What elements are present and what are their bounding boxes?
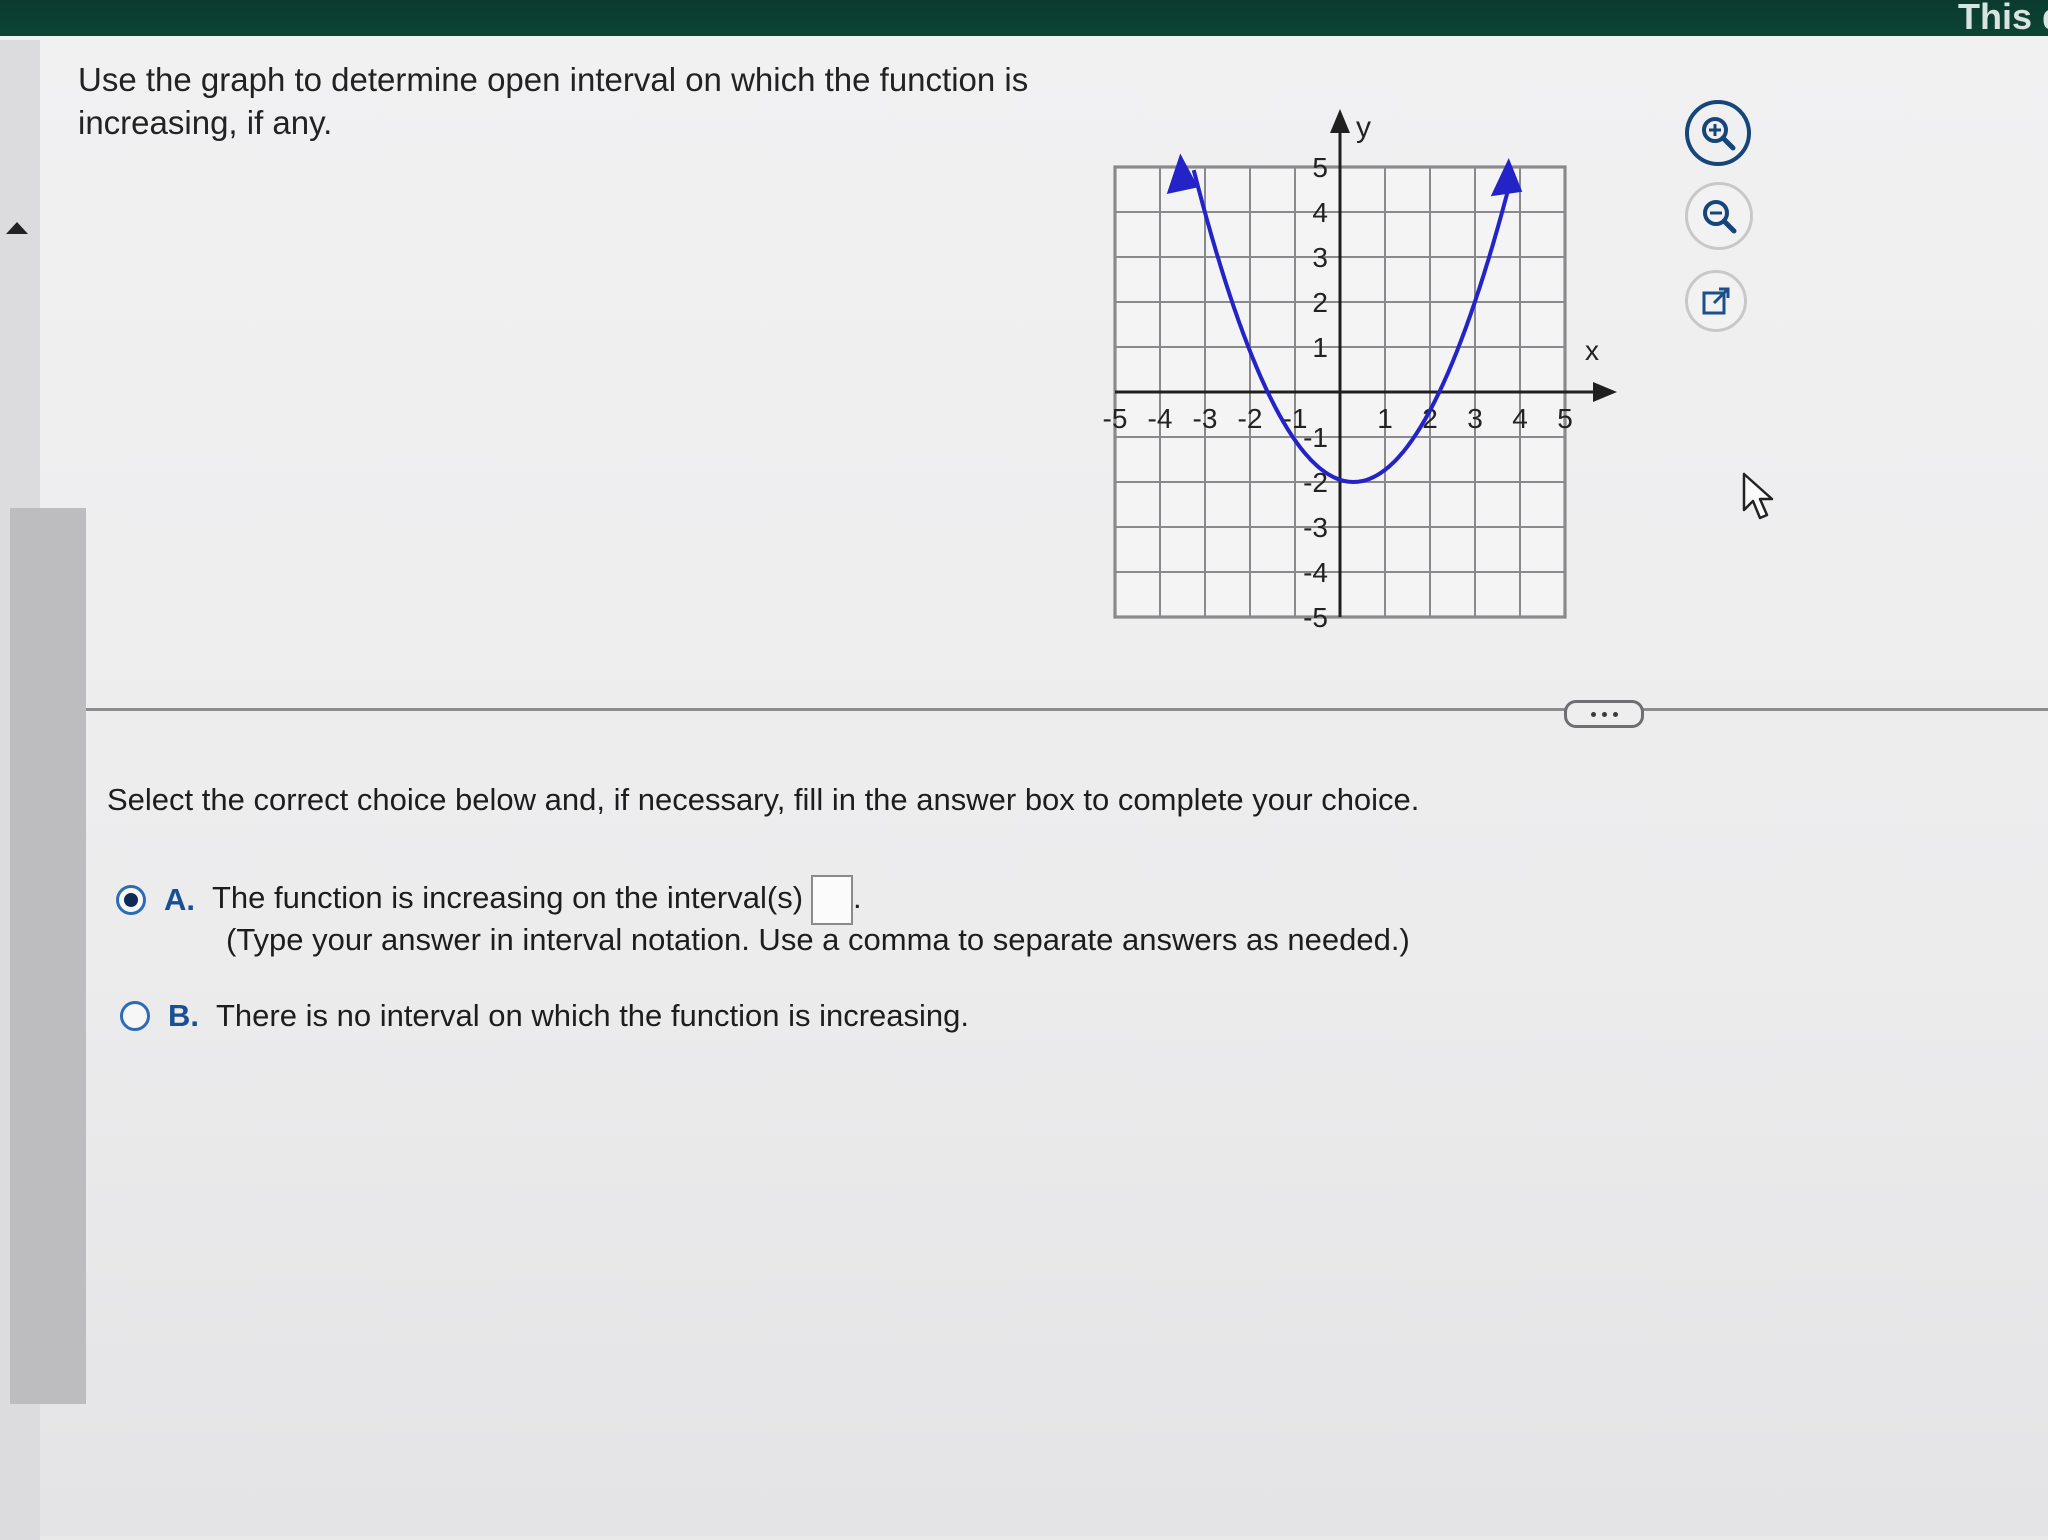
dot-icon	[1590, 711, 1596, 717]
choice-a-text: The function is increasing on the interv…	[212, 875, 862, 925]
choice-b-text: There is no interval on which the functi…	[216, 998, 970, 1033]
x-tick-label: 1	[1377, 403, 1393, 434]
y-tick-label: -3	[1303, 512, 1328, 543]
x-tick-label: 5	[1557, 403, 1573, 434]
zoom-in-button[interactable]	[1685, 100, 1751, 166]
dot-icon	[1612, 711, 1618, 717]
y-axis-label: y	[1356, 111, 1371, 144]
y-axis-arrow-icon	[1330, 109, 1350, 133]
choice-a-hint: (Type your answer in interval notation. …	[226, 922, 1410, 957]
question-text: Use the graph to determine open interval…	[78, 61, 1029, 141]
choice-b[interactable]: B. There is no interval on which the fun…	[120, 998, 969, 1034]
choice-a-suffix: .	[853, 880, 862, 916]
x-tick-label: -5	[1103, 403, 1128, 434]
y-tick-label: 5	[1312, 152, 1328, 183]
section-divider	[86, 708, 2048, 711]
collapse-arrow-icon[interactable]	[6, 222, 28, 234]
popout-button[interactable]	[1685, 270, 1747, 332]
x-tick-label: 4	[1512, 403, 1528, 434]
interval-answer-box[interactable]	[811, 875, 854, 925]
x-tick-label: -3	[1193, 403, 1218, 434]
mouse-cursor-icon	[1742, 472, 1774, 520]
choice-a-radio[interactable]	[116, 885, 146, 915]
instruction-text: Select the correct choice below and, if …	[107, 782, 1420, 817]
zoom-out-button[interactable]	[1685, 182, 1753, 250]
y-tick-label: -5	[1303, 602, 1328, 633]
zoom-in-icon	[1702, 117, 1736, 151]
choice-a-letter: A.	[164, 882, 195, 917]
more-options-button[interactable]	[1564, 700, 1644, 728]
x-tick-label: -4	[1148, 403, 1173, 434]
zoom-out-icon	[1703, 200, 1737, 234]
y-tick-label: 4	[1312, 197, 1328, 228]
y-tick-label: -1	[1303, 422, 1328, 453]
x-tick-label: -2	[1238, 403, 1263, 434]
x-tick-label: 3	[1467, 403, 1483, 434]
top-bar-text: This q	[1958, 0, 2048, 37]
left-scrollbar[interactable]	[10, 508, 86, 1404]
choice-b-radio[interactable]	[120, 1001, 150, 1031]
y-tick-label: -4	[1303, 557, 1328, 588]
graph-svg: xy-5 -4 -3 -2 -1 1 2 3 4 554321-1-2-3-4-5	[1103, 109, 1617, 633]
choice-a-label: The function is increasing on the interv…	[212, 880, 804, 916]
popout-icon	[1702, 287, 1730, 315]
x-axis-label: x	[1585, 335, 1599, 366]
x-axis-arrow-icon	[1593, 382, 1617, 402]
y-tick-label: 3	[1312, 242, 1328, 273]
y-tick-label: 2	[1312, 287, 1328, 318]
function-graph: x y -5 -4 -3 -2 -1 1 2 3 4 5 5 4 3 2 1 -1 -2 -3 -4 -5	[1070, 100, 1630, 640]
dot-icon	[1601, 711, 1607, 717]
choice-a[interactable]: A. The function is increasing on the int…	[116, 875, 862, 925]
y-tick-label: 1	[1312, 332, 1328, 363]
choice-b-letter: B.	[168, 998, 199, 1033]
